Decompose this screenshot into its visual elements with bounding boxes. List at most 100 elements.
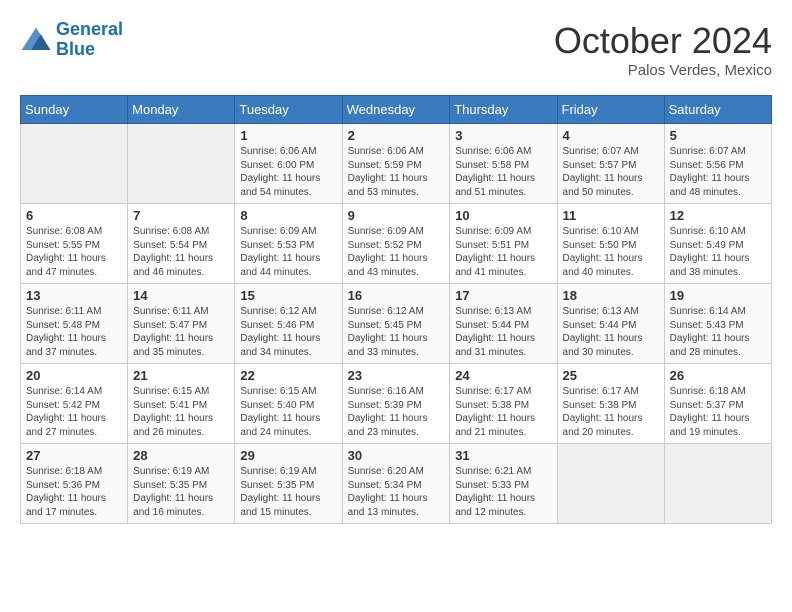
day-number: 16 — [348, 288, 445, 303]
day-info: Sunrise: 6:17 AM Sunset: 5:38 PM Dayligh… — [563, 385, 659, 439]
calendar-cell: 23 Sunrise: 6:16 AM Sunset: 5:39 PM Dayli… — [342, 364, 450, 444]
calendar-week-row: 1 Sunrise: 6:06 AM Sunset: 6:00 PM Daylig… — [21, 124, 772, 204]
calendar-cell — [557, 444, 664, 524]
day-number: 1 — [240, 128, 336, 143]
day-info: Sunrise: 6:06 AM Sunset: 5:59 PM Dayligh… — [348, 145, 445, 199]
calendar-cell: 12 Sunrise: 6:10 AM Sunset: 5:49 PM Dayli… — [664, 204, 771, 284]
day-number: 14 — [133, 288, 229, 303]
calendar-cell: 9 Sunrise: 6:09 AM Sunset: 5:52 PM Daylig… — [342, 204, 450, 284]
weekday-header: Sunday — [21, 96, 128, 124]
calendar-cell: 14 Sunrise: 6:11 AM Sunset: 5:47 PM Dayli… — [128, 284, 235, 364]
day-number: 24 — [455, 368, 551, 383]
calendar-cell: 28 Sunrise: 6:19 AM Sunset: 5:35 PM Dayli… — [128, 444, 235, 524]
day-info: Sunrise: 6:13 AM Sunset: 5:44 PM Dayligh… — [563, 305, 659, 359]
calendar-cell — [128, 124, 235, 204]
day-info: Sunrise: 6:19 AM Sunset: 5:35 PM Dayligh… — [240, 465, 336, 519]
calendar-cell: 30 Sunrise: 6:20 AM Sunset: 5:34 PM Dayli… — [342, 444, 450, 524]
day-info: Sunrise: 6:08 AM Sunset: 5:55 PM Dayligh… — [26, 225, 122, 279]
day-info: Sunrise: 6:15 AM Sunset: 5:41 PM Dayligh… — [133, 385, 229, 439]
day-number: 26 — [670, 368, 766, 383]
calendar-cell: 7Sunrise: 6:08 AM Sunset: 5:54 PM Daylig… — [128, 204, 235, 284]
calendar-cell: 6Sunrise: 6:08 AM Sunset: 5:55 PM Daylig… — [21, 204, 128, 284]
day-info: Sunrise: 6:19 AM Sunset: 5:35 PM Dayligh… — [133, 465, 229, 519]
day-number: 22 — [240, 368, 336, 383]
day-number: 12 — [670, 208, 766, 223]
weekday-header: Monday — [128, 96, 235, 124]
day-info: Sunrise: 6:09 AM Sunset: 5:52 PM Dayligh… — [348, 225, 445, 279]
day-number: 3 — [455, 128, 551, 143]
day-number: 10 — [455, 208, 551, 223]
day-number: 29 — [240, 448, 336, 463]
day-info: Sunrise: 6:11 AM Sunset: 5:48 PM Dayligh… — [26, 305, 122, 359]
day-info: Sunrise: 6:21 AM Sunset: 5:33 PM Dayligh… — [455, 465, 551, 519]
calendar-cell: 4 Sunrise: 6:07 AM Sunset: 5:57 PM Daylig… — [557, 124, 664, 204]
calendar-cell: 26 Sunrise: 6:18 AM Sunset: 5:37 PM Dayli… — [664, 364, 771, 444]
calendar-header-row: SundayMondayTuesdayWednesdayThursdayFrid… — [21, 96, 772, 124]
month-title: October 2024 — [554, 20, 772, 62]
day-info: Sunrise: 6:09 AM Sunset: 5:51 PM Dayligh… — [455, 225, 551, 279]
day-number: 23 — [348, 368, 445, 383]
logo-icon — [20, 26, 52, 54]
calendar-cell: 11Sunrise: 6:10 AM Sunset: 5:50 PM Dayli… — [557, 204, 664, 284]
weekday-header: Thursday — [450, 96, 557, 124]
calendar-cell: 10 Sunrise: 6:09 AM Sunset: 5:51 PM Dayli… — [450, 204, 557, 284]
calendar-cell: 2 Sunrise: 6:06 AM Sunset: 5:59 PM Daylig… — [342, 124, 450, 204]
calendar-table: SundayMondayTuesdayWednesdayThursdayFrid… — [20, 95, 772, 524]
day-number: 9 — [348, 208, 445, 223]
day-number: 15 — [240, 288, 336, 303]
calendar-cell: 25 Sunrise: 6:17 AM Sunset: 5:38 PM Dayli… — [557, 364, 664, 444]
day-info: Sunrise: 6:06 AM Sunset: 6:00 PM Dayligh… — [240, 145, 336, 199]
weekday-header: Saturday — [664, 96, 771, 124]
calendar-week-row: 13 Sunrise: 6:11 AM Sunset: 5:48 PM Dayli… — [21, 284, 772, 364]
day-info: Sunrise: 6:10 AM Sunset: 5:49 PM Dayligh… — [670, 225, 766, 279]
calendar-cell: 15 Sunrise: 6:12 AM Sunset: 5:46 PM Dayli… — [235, 284, 342, 364]
day-number: 30 — [348, 448, 445, 463]
calendar-cell: 21Sunrise: 6:15 AM Sunset: 5:41 PM Dayli… — [128, 364, 235, 444]
day-info: Sunrise: 6:16 AM Sunset: 5:39 PM Dayligh… — [348, 385, 445, 439]
day-info: Sunrise: 6:20 AM Sunset: 5:34 PM Dayligh… — [348, 465, 445, 519]
day-info: Sunrise: 6:09 AM Sunset: 5:53 PM Dayligh… — [240, 225, 336, 279]
day-number: 20 — [26, 368, 122, 383]
day-number: 4 — [563, 128, 659, 143]
logo-text: General Blue — [56, 20, 123, 60]
title-area: October 2024 Palos Verdes, Mexico — [554, 20, 772, 79]
day-number: 18 — [563, 288, 659, 303]
weekday-header: Wednesday — [342, 96, 450, 124]
day-info: Sunrise: 6:07 AM Sunset: 5:56 PM Dayligh… — [670, 145, 766, 199]
calendar-cell: 19Sunrise: 6:14 AM Sunset: 5:43 PM Dayli… — [664, 284, 771, 364]
day-info: Sunrise: 6:12 AM Sunset: 5:46 PM Dayligh… — [240, 305, 336, 359]
calendar-cell: 16 Sunrise: 6:12 AM Sunset: 5:45 PM Dayli… — [342, 284, 450, 364]
location: Palos Verdes, Mexico — [554, 62, 772, 79]
calendar-cell — [664, 444, 771, 524]
calendar-cell: 18 Sunrise: 6:13 AM Sunset: 5:44 PM Dayli… — [557, 284, 664, 364]
weekday-header: Tuesday — [235, 96, 342, 124]
day-info: Sunrise: 6:10 AM Sunset: 5:50 PM Dayligh… — [563, 225, 659, 279]
logo: General Blue — [20, 20, 123, 60]
calendar-cell: 27 Sunrise: 6:18 AM Sunset: 5:36 PM Dayli… — [21, 444, 128, 524]
day-number: 2 — [348, 128, 445, 143]
day-info: Sunrise: 6:13 AM Sunset: 5:44 PM Dayligh… — [455, 305, 551, 359]
day-number: 27 — [26, 448, 122, 463]
calendar-cell: 3 Sunrise: 6:06 AM Sunset: 5:58 PM Daylig… — [450, 124, 557, 204]
day-info: Sunrise: 6:07 AM Sunset: 5:57 PM Dayligh… — [563, 145, 659, 199]
calendar-cell: 31Sunrise: 6:21 AM Sunset: 5:33 PM Dayli… — [450, 444, 557, 524]
day-number: 25 — [563, 368, 659, 383]
day-info: Sunrise: 6:12 AM Sunset: 5:45 PM Dayligh… — [348, 305, 445, 359]
day-number: 28 — [133, 448, 229, 463]
calendar-cell: 20 Sunrise: 6:14 AM Sunset: 5:42 PM Dayli… — [21, 364, 128, 444]
day-info: Sunrise: 6:11 AM Sunset: 5:47 PM Dayligh… — [133, 305, 229, 359]
calendar-cell: 1 Sunrise: 6:06 AM Sunset: 6:00 PM Daylig… — [235, 124, 342, 204]
day-info: Sunrise: 6:06 AM Sunset: 5:58 PM Dayligh… — [455, 145, 551, 199]
day-number: 5 — [670, 128, 766, 143]
day-number: 7 — [133, 208, 229, 223]
day-info: Sunrise: 6:15 AM Sunset: 5:40 PM Dayligh… — [240, 385, 336, 439]
calendar-cell: 8Sunrise: 6:09 AM Sunset: 5:53 PM Daylig… — [235, 204, 342, 284]
day-number: 19 — [670, 288, 766, 303]
day-info: Sunrise: 6:18 AM Sunset: 5:36 PM Dayligh… — [26, 465, 122, 519]
calendar-cell: 24Sunrise: 6:17 AM Sunset: 5:38 PM Dayli… — [450, 364, 557, 444]
calendar-week-row: 20 Sunrise: 6:14 AM Sunset: 5:42 PM Dayli… — [21, 364, 772, 444]
day-info: Sunrise: 6:18 AM Sunset: 5:37 PM Dayligh… — [670, 385, 766, 439]
day-number: 13 — [26, 288, 122, 303]
day-info: Sunrise: 6:14 AM Sunset: 5:42 PM Dayligh… — [26, 385, 122, 439]
day-number: 17 — [455, 288, 551, 303]
